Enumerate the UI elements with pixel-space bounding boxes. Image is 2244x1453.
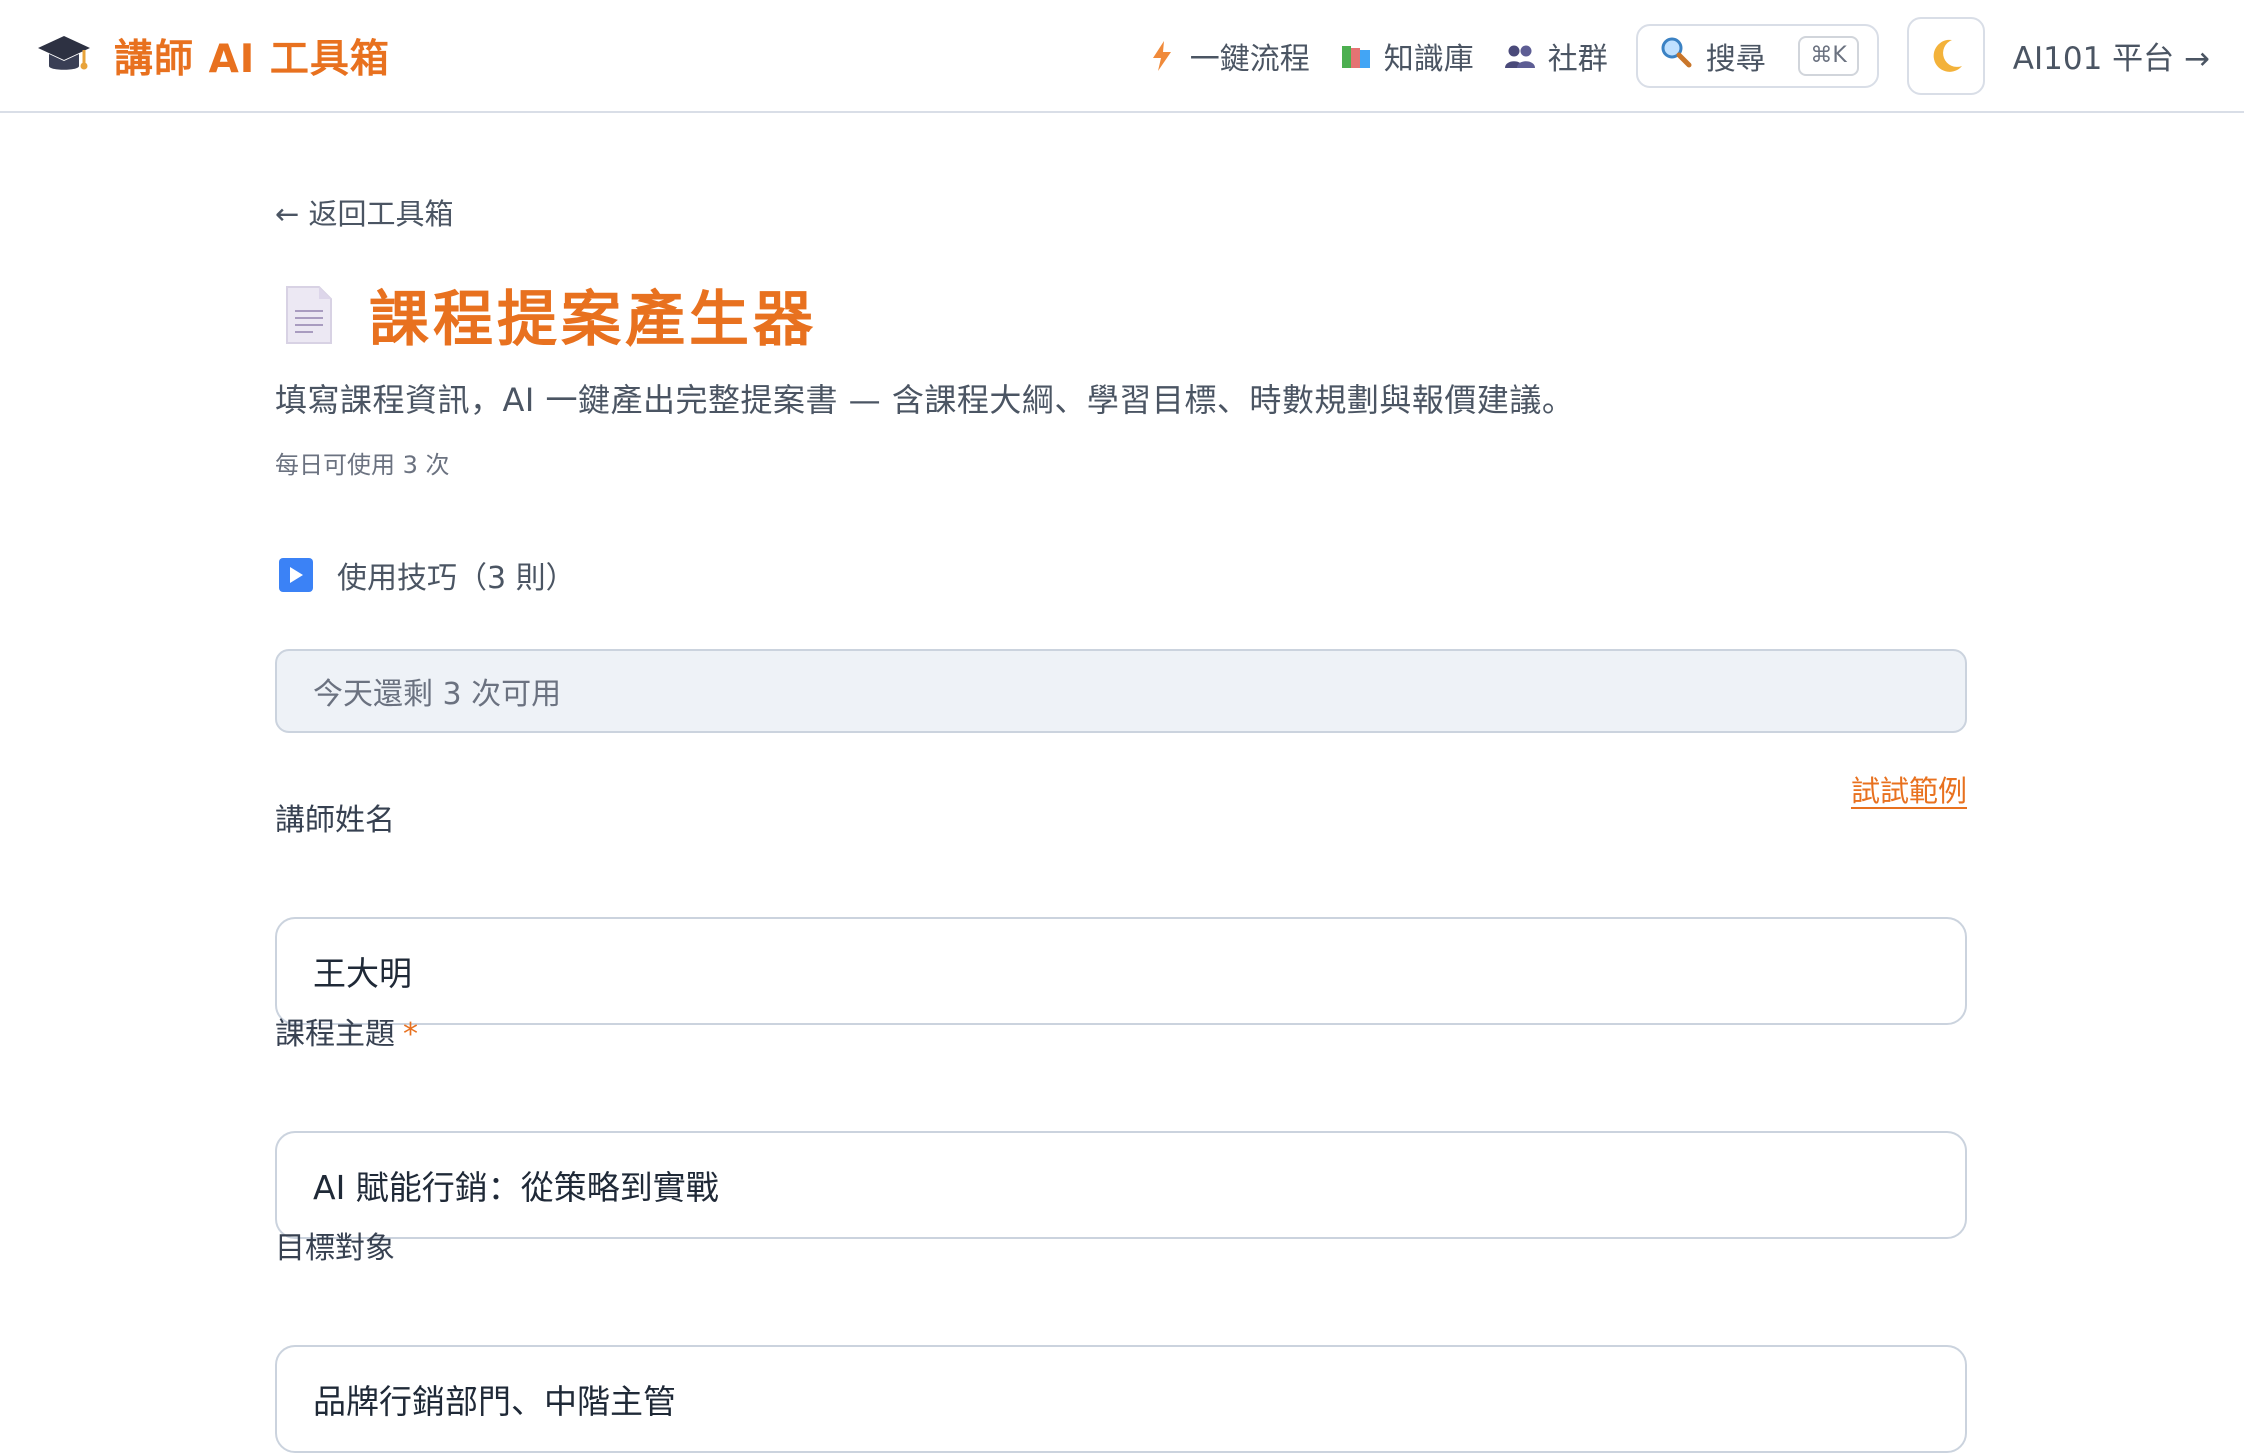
nav-knowledge-base[interactable]: 知識庫 — [1340, 34, 1474, 78]
instructor-name-label-text: 講師姓名 — [275, 803, 395, 838]
nav-community[interactable]: 社群 — [1504, 34, 1608, 78]
page-title-row: 課程提案產生器 — [275, 271, 817, 358]
instructor-name-input[interactable] — [275, 917, 1967, 1025]
brand[interactable]: 講師 AI 工具箱 — [36, 28, 390, 84]
remaining-uses-banner: 今天還剩 3 次可用 — [275, 649, 1967, 733]
try-example-link[interactable]: 試試範例 — [1851, 768, 1967, 810]
course-topic-label-text: 課程主題 — [275, 1017, 395, 1052]
nav-knowledge-base-label: 知識庫 — [1383, 41, 1474, 77]
search-label: 搜尋 — [1705, 41, 1766, 77]
top-header: 講師 AI 工具箱 一鍵流程 知識庫 社群 搜尋 ⌘K AI101 平台 → — [0, 0, 2244, 113]
required-mark: * — [403, 1017, 418, 1052]
search-shortcut-badge: ⌘K — [1798, 35, 1859, 76]
target-audience-input[interactable] — [275, 1345, 1967, 1453]
daily-usage-note: 每日可使用 3 次 — [275, 451, 450, 479]
play-arrow-icon — [279, 558, 313, 592]
moon-icon — [1933, 39, 1962, 72]
books-icon — [1340, 40, 1372, 72]
target-audience-label: 目標對象 — [275, 1223, 395, 1267]
lightning-icon — [1146, 40, 1178, 72]
tips-toggle[interactable]: 使用技巧（3 則） — [275, 553, 576, 597]
top-nav: 一鍵流程 知識庫 社群 搜尋 ⌘K AI101 平台 → — [1116, 16, 2210, 95]
course-topic-input[interactable] — [275, 1131, 1967, 1239]
document-icon — [286, 285, 332, 344]
platform-link[interactable]: AI101 平台 → — [2013, 33, 2210, 78]
instructor-name-label: 講師姓名 — [275, 795, 395, 839]
tips-label: 使用技巧（3 則） — [337, 561, 576, 596]
graduation-cap-icon — [38, 35, 90, 70]
back-to-toolbox-link[interactable]: ← 返回工具箱 — [275, 191, 454, 233]
search-button[interactable]: 搜尋 ⌘K — [1635, 23, 1879, 88]
search-icon — [1660, 36, 1692, 76]
page-description: 填寫課程資訊，AI 一鍵產出完整提案書 — 含課程大綱、學習目標、時數規劃與報價… — [275, 381, 1575, 419]
nav-community-label: 社群 — [1547, 41, 1608, 77]
brand-title: 講師 AI 工具箱 — [114, 36, 390, 82]
theme-toggle-button[interactable] — [1906, 16, 1985, 95]
page-title: 課程提案產生器 — [369, 285, 817, 355]
course-topic-label: 課程主題 * — [275, 1009, 418, 1053]
nav-one-click-flow-label: 一鍵流程 — [1189, 41, 1310, 77]
remaining-uses-text: 今天還剩 3 次可用 — [313, 677, 562, 712]
target-audience-label-text: 目標對象 — [275, 1231, 395, 1266]
people-icon — [1504, 40, 1536, 72]
nav-one-click-flow[interactable]: 一鍵流程 — [1146, 34, 1310, 78]
